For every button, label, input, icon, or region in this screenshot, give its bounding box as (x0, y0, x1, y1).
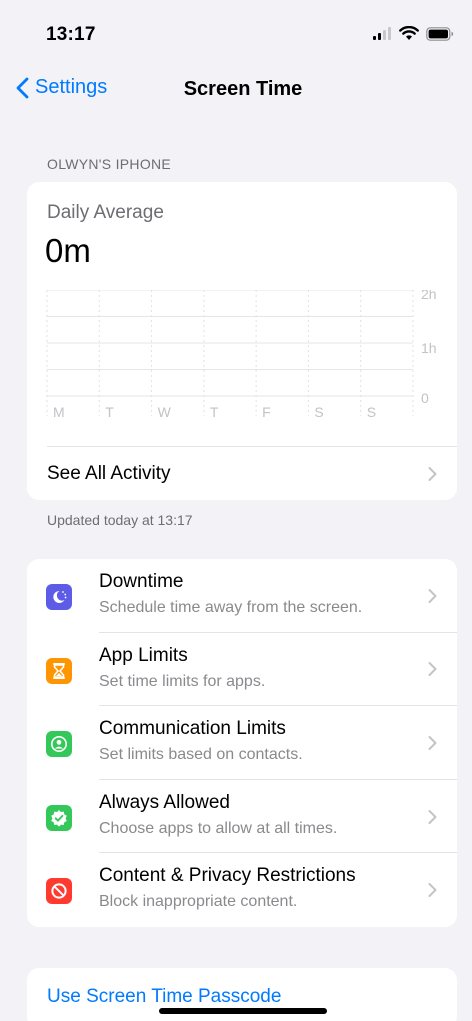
chart-day-label: W (158, 404, 172, 420)
see-all-activity-row[interactable]: See All Activity (47, 446, 457, 500)
chart-day-label: S (314, 404, 323, 420)
option-title: Downtime (99, 571, 184, 592)
contact-icon (46, 731, 72, 758)
chart-day-label: T (210, 404, 219, 420)
use-passcode-button[interactable]: Use Screen Time Passcode (47, 986, 281, 1008)
option-title: Communication Limits (99, 718, 286, 740)
option-subtitle: Set limits based on contacts. (99, 746, 303, 764)
chart-day-label: T (105, 404, 114, 420)
page-title: Screen Time (183, 78, 303, 100)
status-time: 13:17 (46, 24, 96, 45)
communication-limits-row[interactable]: Communication Limits Set limits based on… (27, 706, 457, 780)
option-subtitle: Choose apps to allow at all times. (99, 819, 338, 837)
chart-day-label: S (367, 404, 376, 420)
app-limits-row[interactable]: App Limits Set time limits for apps. (27, 633, 457, 707)
updated-timestamp: Updated today at 13:17 (47, 512, 193, 528)
hourglass-icon (46, 657, 72, 684)
chevron-right-icon (428, 588, 437, 603)
battery-icon (426, 26, 454, 41)
nav-bar: Settings Screen Time (0, 68, 472, 108)
see-all-activity-label: See All Activity (47, 462, 171, 484)
chevron-right-icon (428, 883, 437, 898)
chevron-right-icon (428, 466, 437, 481)
option-title: Content & Privacy Restrictions (99, 865, 356, 887)
option-title: Always Allowed (99, 791, 230, 813)
daily-average-value: 0m (45, 232, 91, 269)
cellular-signal-icon (373, 27, 391, 40)
always-allowed-row[interactable]: Always Allowed Choose apps to allow at a… (27, 780, 457, 854)
option-subtitle: Block inappropriate content. (99, 893, 298, 911)
chart-y-label: 2h (421, 290, 437, 302)
content-privacy-row[interactable]: Content & Privacy Restrictions Block ina… (27, 853, 457, 927)
chart-day-label: F (262, 404, 271, 420)
chart-y-label: 0 (421, 390, 429, 406)
wifi-icon (399, 26, 419, 40)
chevron-right-icon (428, 662, 437, 677)
downtime-row[interactable]: Downtime Schedule time away from the scr… (27, 559, 457, 633)
chevron-right-icon (428, 735, 437, 750)
device-section-header: OLWYN'S IPHONE (47, 156, 172, 172)
status-icons (372, 26, 454, 41)
option-subtitle: Set time limits for apps. (99, 672, 266, 690)
checkmark-seal-icon (46, 804, 72, 831)
daily-average-label: Daily Average (47, 202, 164, 223)
chart-day-label: M (53, 404, 65, 420)
home-indicator (159, 1008, 327, 1014)
usage-card: Daily Average 0m 2h 1h 0 M T W T F S S See All Ac… (27, 182, 457, 500)
option-title: App Limits (99, 644, 188, 666)
screen-time-options: Downtime Schedule time away from the scr… (27, 559, 457, 927)
usage-chart: 2h 1h 0 M T W T F S S (46, 290, 437, 420)
restriction-icon (46, 878, 72, 905)
downtime-icon (46, 584, 72, 610)
option-subtitle: Schedule time away from the screen. (99, 599, 363, 616)
chart-y-label: 1h (421, 340, 437, 356)
chevron-right-icon (428, 809, 437, 824)
status-bar: 13:17 (0, 0, 472, 60)
